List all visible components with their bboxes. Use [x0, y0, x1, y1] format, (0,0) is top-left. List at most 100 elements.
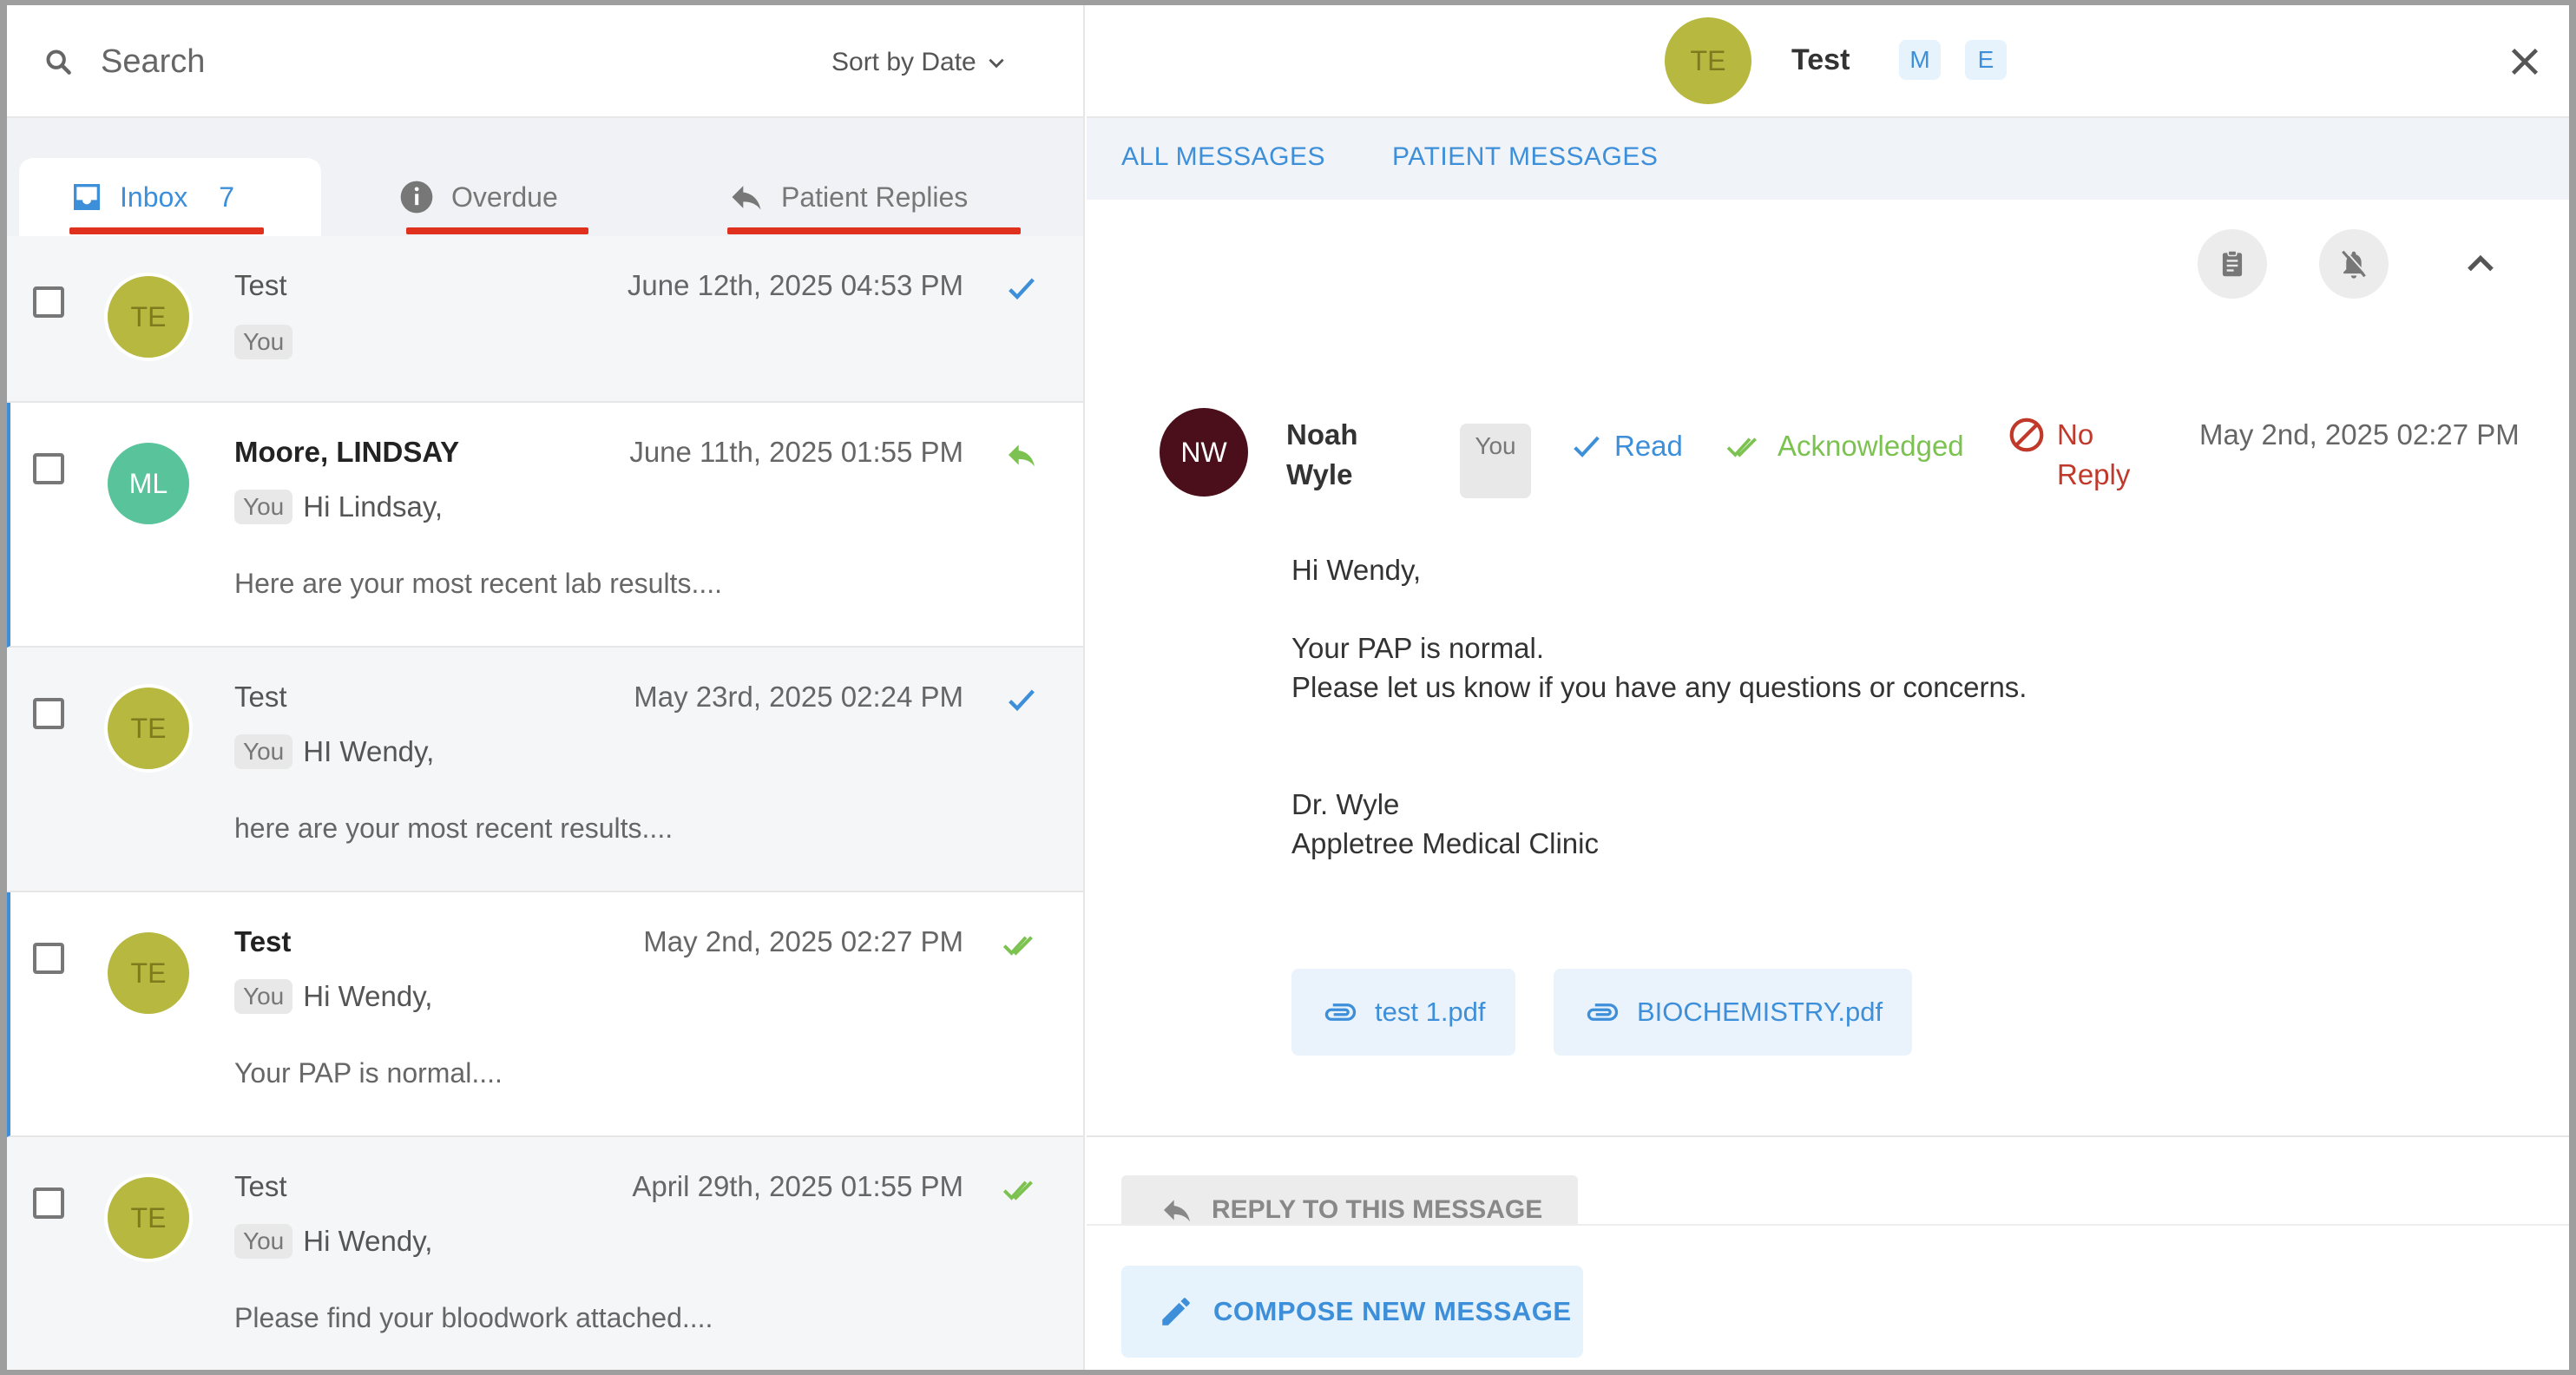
- message-preview: Your PAP is normal....: [234, 1057, 503, 1089]
- body-line: [1291, 589, 2027, 628]
- sort-dropdown[interactable]: Sort by Date: [831, 43, 1008, 82]
- patient-chip-e[interactable]: E: [1965, 40, 2007, 80]
- message-date: May 2nd, 2025 02:27 PM: [643, 925, 963, 957]
- attachment-name: test 1.pdf: [1375, 997, 1486, 1027]
- message-preview: Here are your most recent lab results...…: [234, 568, 722, 599]
- message-subject: Hi Wendy,: [303, 1225, 433, 1257]
- message-row[interactable]: TE Test May 23rd, 2025 02:24 PM You HI We…: [7, 648, 1083, 892]
- status-read-label: Read: [1614, 430, 1683, 462]
- body-line: Dr. Wyle: [1291, 788, 1400, 820]
- attachment-name: BIOCHEMISTRY.pdf: [1637, 997, 1883, 1027]
- row-checkbox[interactable]: [33, 286, 64, 318]
- tab-underline: [69, 227, 264, 234]
- message-row[interactable]: TE Test May 2nd, 2025 02:27 PM You Hi Wen…: [7, 892, 1083, 1137]
- tab-underline: [727, 227, 1021, 234]
- you-tag: You: [234, 1224, 293, 1259]
- message-date: April 29th, 2025 01:55 PM: [632, 1170, 963, 1202]
- you-tag: You: [1460, 424, 1531, 498]
- message-date: May 2nd, 2025 02:27 PM: [2199, 418, 2520, 451]
- row-checkbox[interactable]: [33, 1188, 64, 1219]
- you-tag: You: [234, 325, 293, 359]
- reply-icon: [732, 186, 761, 210]
- compose-button[interactable]: COMPOSE NEW MESSAGE: [1121, 1266, 1583, 1358]
- message-subject-line: You Hi Lindsay,: [234, 490, 443, 524]
- message-row[interactable]: ML Moore, LINDSAY June 11th, 2025 01:55 …: [7, 403, 1083, 648]
- attachment-link[interactable]: test 1.pdf: [1291, 969, 1515, 1056]
- tab-patient-replies[interactable]: Patient Replies: [719, 158, 1031, 236]
- message-row[interactable]: TE Test June 12th, 2025 04:53 PM You: [7, 236, 1083, 403]
- status-no-reply-label: No Reply: [2057, 418, 2131, 490]
- conversation-pane: TE Test M E ALL MESSAGES PATIENT MESSAGE…: [1087, 5, 2569, 1370]
- tab-patient-messages[interactable]: PATIENT MESSAGES: [1392, 142, 1658, 172]
- message-date: June 12th, 2025 04:53 PM: [627, 269, 963, 301]
- message-preview: here are your most recent results....: [234, 812, 674, 844]
- status-read: Read: [1569, 429, 1683, 464]
- patient-chip-m[interactable]: M: [1899, 40, 1941, 80]
- body-line: [1291, 746, 2027, 785]
- clipboard-button[interactable]: [2198, 229, 2267, 299]
- clipboard-icon: [2222, 250, 2243, 277]
- mute-notifications-button[interactable]: [2319, 229, 2389, 299]
- message-subject: Hi Wendy,: [303, 980, 433, 1012]
- tab-inbox[interactable]: Inbox 7: [19, 158, 321, 236]
- status-no-reply: No Reply: [2007, 415, 2144, 495]
- search-icon: [46, 49, 71, 75]
- patient-name: Test: [1791, 43, 1850, 76]
- tab-all-messages[interactable]: ALL MESSAGES: [1121, 142, 1325, 172]
- attachment-link[interactable]: BIOCHEMISTRY.pdf: [1554, 969, 1913, 1056]
- tab-underline: [406, 227, 588, 234]
- avatar: TE: [104, 273, 193, 361]
- search-input[interactable]: [101, 33, 708, 90]
- body-line: Please let us know if you have any quest…: [1291, 671, 2027, 703]
- body-line: Your PAP is normal.: [1291, 632, 1545, 664]
- avatar: TE: [104, 929, 193, 1017]
- tab-overdue[interactable]: Overdue: [380, 158, 641, 236]
- row-checkbox[interactable]: [33, 453, 64, 484]
- message-row[interactable]: TE Test April 29th, 2025 01:55 PM You Hi …: [7, 1137, 1083, 1370]
- message-list-pane: Sort by Date Inbox 7 Overdue Patient Rep…: [7, 5, 1085, 1370]
- sender-name: Noah Wyle: [1286, 418, 1358, 490]
- message-date: May 23rd, 2025 02:24 PM: [634, 681, 963, 713]
- you-tag: You: [234, 490, 293, 524]
- row-checkbox[interactable]: [33, 698, 64, 729]
- messaging-app: Sort by Date Inbox 7 Overdue Patient Rep…: [7, 5, 2569, 1370]
- sender-name: Test: [234, 681, 287, 713]
- double-check-icon: [1726, 438, 1757, 457]
- reply-icon: [1164, 1200, 1190, 1222]
- acknowledged-icon: [1002, 1181, 1033, 1201]
- close-icon[interactable]: [2505, 42, 2545, 82]
- body-line: [1291, 707, 2027, 746]
- message-subject-line: You Hi Wendy,: [234, 979, 432, 1014]
- sort-label: Sort by Date: [831, 48, 976, 76]
- conversation-header: TE Test M E: [1087, 5, 2569, 118]
- status-ack-label: Acknowledged: [1778, 430, 1964, 462]
- reply-label: REPLY TO THIS MESSAGE: [1212, 1195, 1543, 1224]
- chevron-down-icon: [989, 58, 1004, 69]
- search-bar: Sort by Date: [7, 5, 1083, 118]
- sender-name: Test: [234, 1170, 287, 1202]
- message-date: June 11th, 2025 01:55 PM: [629, 436, 963, 468]
- sender-name: Test: [234, 925, 292, 957]
- paperclip-icon: [1587, 1003, 1619, 1021]
- message-subject: Hi Lindsay,: [303, 490, 444, 523]
- info-icon: [400, 181, 433, 214]
- avatar: TE: [104, 1174, 193, 1262]
- you-tag: You: [234, 734, 293, 769]
- message-filter-tabs: ALL MESSAGES PATIENT MESSAGES: [1087, 118, 2569, 200]
- pencil-icon: [1162, 1298, 1190, 1326]
- block-icon: [2009, 418, 2044, 452]
- divider: [1087, 1135, 2569, 1137]
- read-check-icon: [1009, 278, 1035, 300]
- tab-overdue-label: Overdue: [451, 181, 558, 213]
- compose-label: COMPOSE NEW MESSAGE: [1213, 1296, 1572, 1326]
- avatar: ML: [104, 439, 193, 528]
- message-subject-line: You HI Wendy,: [234, 734, 434, 769]
- chevron-up-icon[interactable]: [2458, 241, 2503, 286]
- message-subject: HI Wendy,: [303, 735, 435, 767]
- message-list: TE Test June 12th, 2025 04:53 PM You ML …: [7, 236, 1083, 1370]
- paperclip-icon: [1324, 1003, 1357, 1021]
- message-body: Hi Wendy, Your PAP is normal. Please let…: [1291, 550, 2027, 863]
- message-preview: Please find your bloodwork attached....: [234, 1302, 713, 1333]
- sender-name: Test: [234, 269, 287, 301]
- row-checkbox[interactable]: [33, 943, 64, 974]
